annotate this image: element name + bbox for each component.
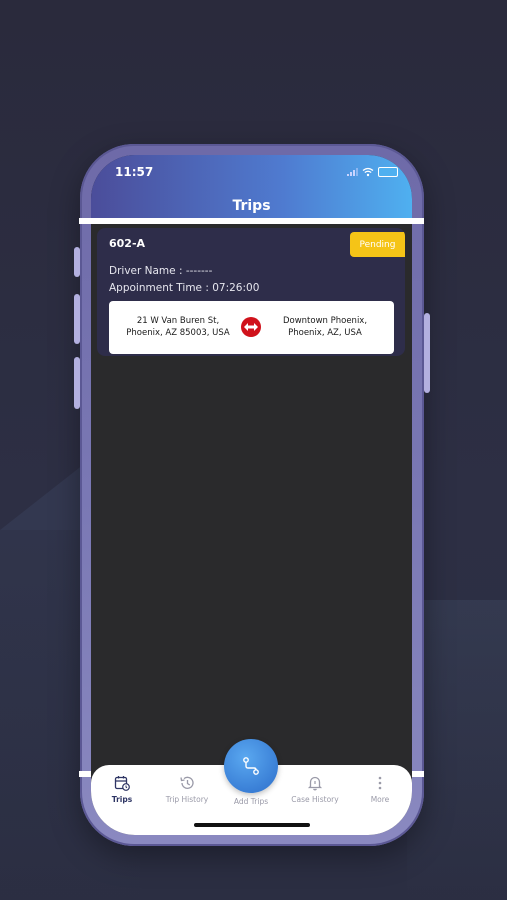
appointment-time: Appoinment Time : 07:26:00 bbox=[109, 282, 260, 294]
tab-trip-history-label: Trip History bbox=[165, 795, 209, 804]
route-origin: 21 W Van Buren St, Phoenix, AZ 85003, US… bbox=[119, 315, 237, 339]
more-vertical-icon bbox=[378, 776, 382, 790]
phone-screen: 11:57 Trips 602-A Pending Driver Name : … bbox=[91, 155, 412, 835]
swap-arrows-icon bbox=[241, 317, 261, 337]
tab-more[interactable]: More bbox=[350, 775, 410, 804]
bottom-tab-bar: Trips Trip History Add Trips Case Histor… bbox=[91, 739, 412, 835]
route-icon bbox=[243, 757, 259, 775]
route-origin-line2: Phoenix, AZ 85003, USA bbox=[126, 328, 230, 338]
history-icon bbox=[180, 776, 194, 789]
calendar-clock-icon bbox=[114, 776, 130, 791]
frame-edge-right bbox=[412, 771, 424, 777]
driver-name: Driver Name : ------- bbox=[109, 265, 213, 277]
route-box: 21 W Van Buren St, Phoenix, AZ 85003, US… bbox=[109, 301, 394, 354]
tab-case-history[interactable]: Case History bbox=[285, 775, 345, 804]
status-icons bbox=[347, 167, 398, 177]
frame-edge-top-right bbox=[412, 218, 424, 224]
phone-side-button-volume-up bbox=[74, 294, 80, 344]
frame-edge-left bbox=[79, 771, 91, 777]
add-trips-button[interactable] bbox=[224, 739, 278, 793]
tab-more-label: More bbox=[370, 795, 390, 804]
tab-trip-history[interactable]: Trip History bbox=[157, 775, 217, 804]
status-time: 11:57 bbox=[115, 165, 154, 179]
phone-side-button-volume-down bbox=[74, 357, 80, 409]
trip-card[interactable]: 602-A Pending Driver Name : ------- Appo… bbox=[97, 228, 405, 356]
home-indicator[interactable] bbox=[194, 823, 310, 827]
tab-trips[interactable]: Trips bbox=[92, 775, 152, 804]
route-origin-line1: 21 W Van Buren St, bbox=[136, 316, 220, 326]
app-header: 11:57 Trips bbox=[91, 155, 412, 224]
page-title: Trips bbox=[232, 198, 271, 214]
tab-trips-label: Trips bbox=[111, 795, 133, 804]
trip-id: 602-A bbox=[109, 237, 146, 250]
battery-icon bbox=[378, 167, 398, 177]
wifi-icon bbox=[362, 167, 374, 177]
phone-side-button-power bbox=[424, 313, 430, 393]
bell-icon bbox=[307, 776, 323, 791]
signal-icon bbox=[347, 168, 358, 176]
tab-case-history-label: Case History bbox=[291, 795, 339, 804]
route-destination-line2: Phoenix, AZ, USA bbox=[288, 328, 362, 338]
route-destination-line1: Downtown Phoenix, bbox=[282, 316, 368, 326]
tab-add-trips-label: Add Trips bbox=[233, 797, 269, 806]
frame-edge-top-left bbox=[79, 218, 91, 224]
phone-side-button-mute bbox=[74, 247, 80, 277]
trips-list: 602-A Pending Driver Name : ------- Appo… bbox=[91, 224, 412, 765]
route-destination: Downtown Phoenix, Phoenix, AZ, USA bbox=[266, 315, 384, 339]
status-badge: Pending bbox=[350, 232, 405, 257]
